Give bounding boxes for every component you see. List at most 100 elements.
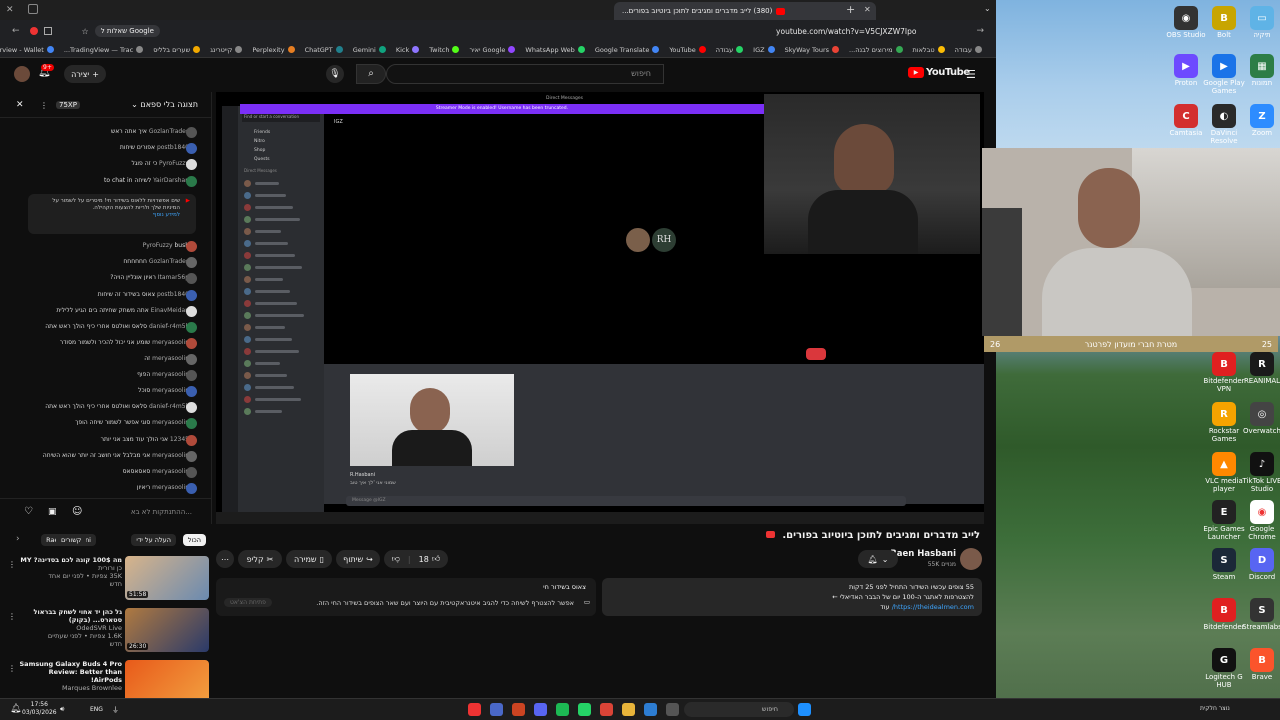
discord-dm-row[interactable] xyxy=(238,177,324,189)
recommendation-thumbnail[interactable] xyxy=(125,660,209,698)
recommendation-item[interactable]: ⋮ Samsung Galaxy Buds 4 Pro Review: Bette… xyxy=(0,660,212,698)
more-icon[interactable]: ⋮ xyxy=(8,664,16,673)
discord-dm-row[interactable] xyxy=(238,225,324,237)
desktop-shortcut[interactable]: ▭ תיקיה xyxy=(1240,6,1280,40)
share-button[interactable]: שיתוף ↪ xyxy=(336,550,380,568)
avatar[interactable] xyxy=(14,66,30,82)
recommendation-item[interactable]: 26:30 ⋮ גל כהן יד אחוי לשחק בבראול סטארס..… xyxy=(0,608,212,656)
forward-icon[interactable]: → xyxy=(976,26,984,36)
discord-dm-row[interactable] xyxy=(238,405,324,417)
like-dislike-group[interactable]: 👎︎ | 18 👍︎ xyxy=(384,550,448,568)
bookmark-item[interactable]: Twitch xyxy=(429,46,460,54)
discord-dm-row[interactable] xyxy=(238,249,324,261)
description-link[interactable]: https://theidealmen.com/ xyxy=(892,603,974,611)
chat-avatar[interactable] xyxy=(186,337,197,349)
bookmark-item[interactable]: עבודה xyxy=(955,46,982,54)
chat-avatar[interactable] xyxy=(186,127,197,138)
bookmark-item[interactable]: YouTube xyxy=(669,46,706,54)
recommendation-title[interactable]: מה 100$ קונה לכם בסדינה? MY xyxy=(18,556,122,564)
chat-avatar[interactable] xyxy=(186,257,197,269)
discord-quests[interactable]: Quests xyxy=(238,155,324,164)
chat-avatar[interactable] xyxy=(186,305,197,317)
taskbar-search[interactable]: חיפוש xyxy=(684,702,794,717)
volume-icon[interactable]: 🔊︎ xyxy=(60,705,64,714)
bookmark-item[interactable]: Kick xyxy=(396,46,420,54)
close-icon[interactable]: ✕ xyxy=(6,5,14,15)
create-button[interactable]: יצירה + xyxy=(64,65,106,83)
desktop-shortcut[interactable]: Z Zoom xyxy=(1240,104,1280,138)
desktop-shortcut[interactable]: ♪ TikTok LIVE Studio xyxy=(1240,452,1280,493)
discord-nitro[interactable]: Nitro xyxy=(238,137,324,146)
emoji-icon[interactable]: ☺ xyxy=(72,506,82,517)
discord-dm-row[interactable] xyxy=(238,369,324,381)
bookmark-item[interactable]: SkyWay Tours xyxy=(785,46,840,54)
start-icon[interactable] xyxy=(798,703,811,716)
rec-tab-all[interactable]: הכול xyxy=(182,534,206,546)
back-icon[interactable]: ← xyxy=(12,26,20,36)
desktop-shortcut[interactable]: ◎ Overwatch xyxy=(1240,402,1280,436)
bookmark-item[interactable]: WhatsApp Web xyxy=(525,46,585,54)
discord-dm-row[interactable] xyxy=(238,237,324,249)
url-field[interactable]: youtube.com/watch?v=V5CJXZW7Ipo xyxy=(776,27,916,36)
bookmark-item[interactable]: עבודה xyxy=(716,46,744,54)
pinned-link[interactable]: למידע נוסף xyxy=(153,212,180,218)
chat-avatar[interactable] xyxy=(186,402,197,414)
channel-avatar[interactable] xyxy=(960,548,982,570)
chat-avatar[interactable] xyxy=(186,386,197,398)
desktop-shortcut[interactable]: D Discord xyxy=(1240,548,1280,582)
chat-avatar[interactable] xyxy=(186,321,197,333)
desktop-shortcut[interactable]: ▦ תמונות xyxy=(1240,54,1280,88)
tab-close-icon[interactable]: ✕ xyxy=(864,5,871,14)
recommendation-channel[interactable]: Marques Brownlee xyxy=(18,684,122,692)
more-actions-button[interactable]: ⋯ xyxy=(216,550,234,568)
app-whatsapp-icon[interactable] xyxy=(578,703,591,716)
recommendation-channel[interactable]: OdedSVR Live xyxy=(18,624,122,632)
discord-dm-row[interactable] xyxy=(238,273,324,285)
discord-dm-row[interactable] xyxy=(238,393,324,405)
weather-widget[interactable]: נוצר חלקית xyxy=(1200,705,1230,712)
menu-icon[interactable]: ☰ xyxy=(966,68,976,81)
dislike-icon[interactable]: 👎︎ xyxy=(392,554,400,564)
clip-button[interactable]: קליפ ✂ xyxy=(238,550,282,568)
chat-avatar[interactable] xyxy=(186,370,197,381)
discord-dm-row[interactable] xyxy=(238,297,324,309)
app-chrome-icon[interactable] xyxy=(512,703,525,716)
usb-icon[interactable]: ⏚ xyxy=(112,705,119,715)
app-discord-icon[interactable] xyxy=(534,703,547,716)
bookmark-item[interactable]: ChatGPT xyxy=(305,46,343,54)
discord-dm-row[interactable] xyxy=(238,201,324,213)
microphone-icon[interactable]: 🎙︎ xyxy=(326,65,344,83)
chevron-down-icon[interactable]: ⌄ xyxy=(984,4,991,13)
recommendation-item[interactable]: 51:58 ⋮ מה 100$ קונה לכם בסדינה? MY כן ורור… xyxy=(0,556,212,604)
desktop-shortcut[interactable]: ◉ Google Chrome xyxy=(1240,500,1280,541)
discord-dm-row[interactable] xyxy=(238,381,324,393)
discord-friends[interactable]: Friends xyxy=(238,128,324,137)
description-more[interactable]: עוד xyxy=(880,603,889,611)
bookmark-item[interactable]: שערים בלליס xyxy=(153,46,201,54)
chat-avatar[interactable] xyxy=(186,418,197,430)
recommendation-channel[interactable]: כן ורורית xyxy=(18,564,122,572)
bookmark-item[interactable]: Google יאיר xyxy=(469,46,516,54)
heart-icon[interactable]: ♡ xyxy=(24,506,33,517)
recommendation-title[interactable]: Samsung Galaxy Buds 4 Pro Review: Better… xyxy=(18,660,123,684)
window-icon[interactable] xyxy=(28,4,38,14)
discord-dm-row[interactable] xyxy=(238,189,324,201)
chat-avatar[interactable] xyxy=(186,143,197,155)
hangup-button[interactable] xyxy=(806,348,826,360)
discord-message-input[interactable]: Message @IGZ xyxy=(346,496,906,506)
rec-tab-related[interactable]: קשורים xyxy=(56,534,87,546)
open-chat-button[interactable]: פתיחת הצ'אט xyxy=(224,598,272,607)
desktop-shortcut[interactable]: R REANIMAL xyxy=(1240,352,1280,386)
rec-tab-uploader[interactable]: העלה על ידי xyxy=(131,534,176,546)
new-tab-icon[interactable]: + xyxy=(846,3,855,16)
clock[interactable]: 17:56 03/03/2026 xyxy=(22,701,57,717)
bookmark-item[interactable]: Gemini xyxy=(353,46,386,54)
gift-icon[interactable]: ▣ xyxy=(48,507,57,517)
app-spotify-icon[interactable] xyxy=(556,703,569,716)
google-search-chip[interactable]: Google שאלות ל xyxy=(94,25,160,37)
language-indicator[interactable]: ENG xyxy=(90,706,103,713)
recommendation-thumbnail[interactable]: 26:30 xyxy=(125,608,209,652)
bookmark-item[interactable]: TradingView — Trac... xyxy=(64,46,144,54)
chat-avatar[interactable] xyxy=(186,273,197,285)
bookmark-item[interactable]: קייטרינג xyxy=(210,46,243,54)
